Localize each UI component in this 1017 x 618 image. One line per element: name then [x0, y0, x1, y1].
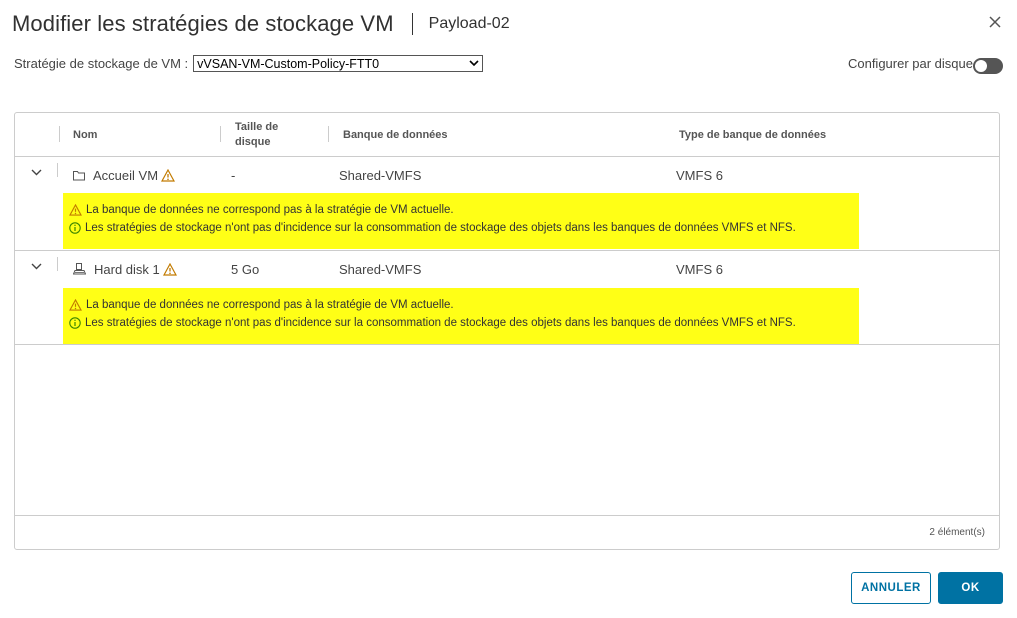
- banner-info-line: Les stratégies de stockage n'ont pas d'i…: [69, 314, 859, 332]
- column-header-datastore-type[interactable]: Type de banque de données: [679, 113, 826, 157]
- title-divider: [411, 13, 413, 35]
- close-icon: [989, 16, 1001, 28]
- cell-name: Accueil VM: [73, 157, 176, 193]
- chevron-down-icon: [469, 60, 479, 67]
- info-icon: [69, 222, 81, 234]
- cell-datastore: Shared-VMFS: [339, 167, 422, 183]
- info-icon: [69, 317, 81, 329]
- warning-banner: La banque de données ne correspond pas à…: [63, 193, 859, 249]
- dialog-header: Modifier les stratégies de stockage VM P…: [12, 8, 510, 40]
- column-header-name[interactable]: Nom: [73, 113, 97, 157]
- folder-icon: [73, 170, 85, 181]
- item-count: 2 élément(s): [929, 527, 985, 538]
- cell-size: 5 Go: [231, 261, 260, 277]
- expand-row-button[interactable]: [29, 165, 43, 179]
- warning-icon: [69, 204, 82, 216]
- policy-select[interactable]: vVSAN-VM-Custom-Policy-FTT0: [193, 55, 484, 72]
- cell-name: Hard disk 1: [73, 251, 177, 287]
- column-separator: [328, 126, 329, 142]
- per-disk-toggle-wrap: Configurer par disque: [847, 56, 1003, 74]
- column-header-size[interactable]: Taille de disque: [235, 113, 305, 157]
- policy-label: Stratégie de stockage de VM :: [14, 56, 189, 71]
- close-button[interactable]: [985, 12, 1005, 32]
- cell-datastore-type: VMFS 6: [676, 261, 723, 277]
- policy-row: Stratégie de stockage de VM : vVSAN-VM-C…: [14, 55, 484, 72]
- table-row: Hard disk 1 5 Go Shared-VMFS VMFS 6 La b…: [15, 251, 999, 345]
- row-main: Hard disk 1 5 Go Shared-VMFS VMFS 6: [15, 251, 999, 287]
- grid-footer: 2 élément(s): [15, 515, 999, 549]
- row-name: Hard disk 1: [94, 261, 160, 277]
- banner-info-line: Les stratégies de stockage n'ont pas d'i…: [69, 219, 859, 237]
- column-separator: [59, 126, 60, 142]
- dialog-title: Modifier les stratégies de stockage VM: [12, 11, 394, 36]
- banner-info-text: Les stratégies de stockage n'ont pas d'i…: [85, 222, 796, 234]
- ok-button[interactable]: OK: [938, 572, 1003, 604]
- dialog-subtitle: Payload-02: [428, 15, 510, 32]
- per-disk-toggle[interactable]: [973, 58, 1003, 74]
- chevron-down-icon: [31, 263, 41, 269]
- cell-size: -: [231, 167, 236, 183]
- hard-disk-icon: [73, 263, 86, 275]
- row-name: Accueil VM: [93, 167, 159, 183]
- banner-warning-text: La banque de données ne correspond pas à…: [86, 299, 454, 311]
- toggle-knob: [975, 60, 987, 72]
- banner-info-text: Les stratégies de stockage n'ont pas d'i…: [85, 317, 796, 329]
- warning-banner: La banque de données ne correspond pas à…: [63, 288, 859, 344]
- cell-datastore-type: VMFS 6: [676, 167, 723, 183]
- expand-row-button[interactable]: [29, 259, 43, 273]
- row-main: Accueil VM - Shared-VMFS VMFS 6: [15, 157, 999, 193]
- per-disk-label: Configurer par disque: [847, 56, 973, 71]
- chevron-down-icon: [31, 169, 41, 175]
- column-header-datastore[interactable]: Banque de données: [343, 113, 448, 157]
- cancel-button[interactable]: ANNULER: [851, 572, 931, 604]
- banner-warning-line: La banque de données ne correspond pas à…: [69, 296, 859, 314]
- grid-header: Nom Taille de disque Banque de données T…: [15, 113, 999, 157]
- disk-grid: Nom Taille de disque Banque de données T…: [14, 112, 1000, 550]
- warning-icon: [162, 262, 177, 276]
- warning-icon: [69, 299, 82, 311]
- row-divider: [57, 257, 58, 271]
- column-separator: [220, 126, 221, 142]
- table-row: Accueil VM - Shared-VMFS VMFS 6 La banqu…: [15, 157, 999, 251]
- banner-warning-line: La banque de données ne correspond pas à…: [69, 201, 859, 219]
- row-divider: [57, 163, 58, 177]
- cell-datastore: Shared-VMFS: [339, 261, 422, 277]
- policy-selected-value: vVSAN-VM-Custom-Policy-FTT0: [197, 56, 380, 71]
- warning-icon: [161, 168, 176, 182]
- banner-warning-text: La banque de données ne correspond pas à…: [86, 204, 454, 216]
